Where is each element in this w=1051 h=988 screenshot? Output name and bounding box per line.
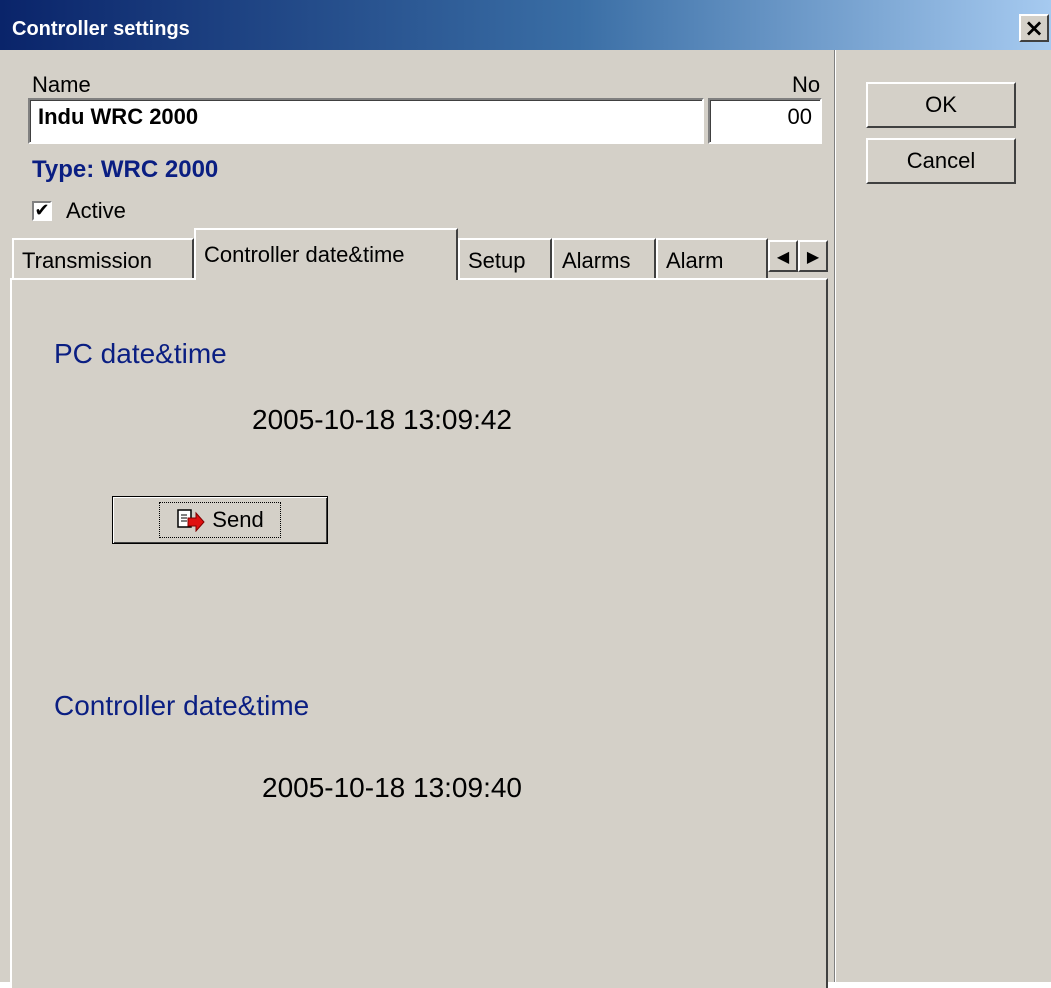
controller-settings-dialog: Controller settings × Name No Indu WRC 2…: [0, 0, 1051, 988]
arrow-left-icon: ◀: [776, 246, 790, 266]
send-button-label: Send: [212, 507, 264, 532]
pc-datetime-heading: PC date&time: [54, 338, 227, 369]
pc-datetime-value: 2005-10-18 13:09:42: [252, 404, 512, 435]
active-label[interactable]: Active: [66, 198, 126, 224]
tab-panel-controller-date-time: [10, 278, 828, 988]
tab-alarm[interactable]: Alarm: [656, 238, 768, 282]
tab-scroll-left-button[interactable]: ◀: [768, 240, 798, 272]
arrow-right-icon: ▶: [806, 246, 820, 266]
window-title: Controller settings: [12, 18, 190, 40]
controller-datetime-heading: Controller date&time: [54, 690, 310, 721]
active-checkbox[interactable]: ✔: [32, 201, 52, 221]
send-icon: [177, 509, 205, 532]
tab-alarms[interactable]: Alarms: [552, 238, 656, 282]
no-label: No: [792, 72, 821, 97]
send-button[interactable]: Send: [112, 496, 328, 544]
tab-transmission[interactable]: Transmission: [12, 238, 194, 282]
close-button[interactable]: ×: [1019, 14, 1049, 42]
type-label: Type: WRC 2000: [32, 156, 219, 183]
vertical-divider: [834, 50, 836, 982]
cancel-button[interactable]: Cancel: [866, 138, 1016, 184]
name-field[interactable]: Indu WRC 2000: [28, 98, 704, 144]
title-bar: Controller settings ×: [0, 0, 1051, 50]
no-field[interactable]: 00: [708, 98, 822, 144]
tab-controller-date-time[interactable]: Controller date&time: [194, 228, 458, 280]
ok-button[interactable]: OK: [866, 82, 1016, 128]
tab-setup[interactable]: Setup: [458, 238, 552, 282]
controller-datetime-value: 2005-10-18 13:09:40: [262, 772, 522, 803]
tab-scroll-right-button[interactable]: ▶: [798, 240, 828, 272]
send-button-focus: Send: [159, 502, 281, 538]
name-label: Name: [32, 72, 91, 97]
